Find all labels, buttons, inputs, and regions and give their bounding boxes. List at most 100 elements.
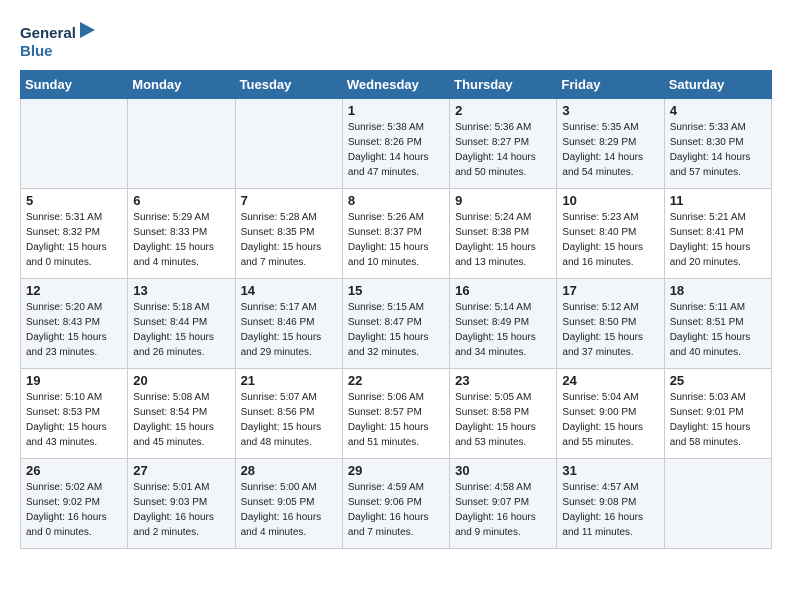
day-info: Sunrise: 5:04 AM Sunset: 9:00 PM Dayligh… bbox=[562, 390, 658, 450]
calendar-cell: 15 Sunrise: 5:15 AM Sunset: 8:47 PM Dayli… bbox=[342, 279, 449, 369]
day-info: Sunrise: 5:08 AM Sunset: 8:54 PM Dayligh… bbox=[133, 390, 229, 450]
day-info: Sunrise: 5:26 AM Sunset: 8:37 PM Dayligh… bbox=[348, 210, 444, 270]
day-info: Sunrise: 5:14 AM Sunset: 8:49 PM Dayligh… bbox=[455, 300, 551, 360]
calendar-cell bbox=[235, 99, 342, 189]
day-number: 20 bbox=[133, 373, 229, 388]
day-info: Sunrise: 5:18 AM Sunset: 8:44 PM Dayligh… bbox=[133, 300, 229, 360]
day-number: 22 bbox=[348, 373, 444, 388]
day-info: Sunrise: 5:21 AM Sunset: 8:41 PM Dayligh… bbox=[670, 210, 766, 270]
weekday-header-tuesday: Tuesday bbox=[235, 71, 342, 99]
day-number: 23 bbox=[455, 373, 551, 388]
weekday-header-wednesday: Wednesday bbox=[342, 71, 449, 99]
calendar-cell: 8Sunrise: 5:26 AM Sunset: 8:37 PM Daylig… bbox=[342, 189, 449, 279]
day-number: 9 bbox=[455, 193, 551, 208]
day-number: 6 bbox=[133, 193, 229, 208]
day-number: 18 bbox=[670, 283, 766, 298]
day-info: Sunrise: 5:15 AM Sunset: 8:47 PM Dayligh… bbox=[348, 300, 444, 360]
weekday-header-friday: Friday bbox=[557, 71, 664, 99]
calendar-cell: 5 Sunrise: 5:31 AM Sunset: 8:32 PM Daylig… bbox=[21, 189, 128, 279]
day-number: 25 bbox=[670, 373, 766, 388]
calendar-cell: 26 Sunrise: 5:02 AM Sunset: 9:02 PM Dayli… bbox=[21, 459, 128, 549]
calendar-cell bbox=[21, 99, 128, 189]
calendar-cell: 24 Sunrise: 5:04 AM Sunset: 9:00 PM Dayli… bbox=[557, 369, 664, 459]
calendar-cell: 3 Sunrise: 5:35 AM Sunset: 8:29 PM Daylig… bbox=[557, 99, 664, 189]
day-info: Sunrise: 5:29 AM Sunset: 8:33 PM Dayligh… bbox=[133, 210, 229, 270]
day-number: 10 bbox=[562, 193, 658, 208]
day-info: Sunrise: 5:35 AM Sunset: 8:29 PM Dayligh… bbox=[562, 120, 658, 180]
day-info: Sunrise: 5:02 AM Sunset: 9:02 PM Dayligh… bbox=[26, 480, 122, 540]
day-info: Sunrise: 5:31 AM Sunset: 8:32 PM Dayligh… bbox=[26, 210, 122, 270]
weekday-header-thursday: Thursday bbox=[450, 71, 557, 99]
day-number: 13 bbox=[133, 283, 229, 298]
day-number: 15 bbox=[348, 283, 444, 298]
week-row-5: 26 Sunrise: 5:02 AM Sunset: 9:02 PM Dayli… bbox=[21, 459, 772, 549]
calendar-cell: 20 Sunrise: 5:08 AM Sunset: 8:54 PM Dayli… bbox=[128, 369, 235, 459]
calendar-cell bbox=[664, 459, 771, 549]
day-info: Sunrise: 5:00 AM Sunset: 9:05 PM Dayligh… bbox=[241, 480, 337, 540]
weekday-header-saturday: Saturday bbox=[664, 71, 771, 99]
calendar-cell: 9 Sunrise: 5:24 AM Sunset: 8:38 PM Daylig… bbox=[450, 189, 557, 279]
calendar-cell bbox=[128, 99, 235, 189]
day-info: Sunrise: 5:24 AM Sunset: 8:38 PM Dayligh… bbox=[455, 210, 551, 270]
calendar-cell: 30Sunrise: 4:58 AM Sunset: 9:07 PM Dayli… bbox=[450, 459, 557, 549]
calendar-cell: 16 Sunrise: 5:14 AM Sunset: 8:49 PM Dayli… bbox=[450, 279, 557, 369]
calendar-cell: 2Sunrise: 5:36 AM Sunset: 8:27 PM Daylig… bbox=[450, 99, 557, 189]
calendar-cell: 17Sunrise: 5:12 AM Sunset: 8:50 PM Dayli… bbox=[557, 279, 664, 369]
page-header: GeneralBlue bbox=[20, 20, 772, 60]
day-number: 29 bbox=[348, 463, 444, 478]
day-number: 12 bbox=[26, 283, 122, 298]
day-number: 11 bbox=[670, 193, 766, 208]
calendar-cell: 25 Sunrise: 5:03 AM Sunset: 9:01 PM Dayli… bbox=[664, 369, 771, 459]
calendar-cell: 6 Sunrise: 5:29 AM Sunset: 8:33 PM Daylig… bbox=[128, 189, 235, 279]
day-info: Sunrise: 5:07 AM Sunset: 8:56 PM Dayligh… bbox=[241, 390, 337, 450]
day-info: Sunrise: 5:20 AM Sunset: 8:43 PM Dayligh… bbox=[26, 300, 122, 360]
calendar-cell: 29Sunrise: 4:59 AM Sunset: 9:06 PM Dayli… bbox=[342, 459, 449, 549]
day-number: 16 bbox=[455, 283, 551, 298]
weekday-header-row: SundayMondayTuesdayWednesdayThursdayFrid… bbox=[21, 71, 772, 99]
logo-icon: GeneralBlue bbox=[20, 20, 100, 60]
day-number: 21 bbox=[241, 373, 337, 388]
day-info: Sunrise: 5:03 AM Sunset: 9:01 PM Dayligh… bbox=[670, 390, 766, 450]
calendar-cell: 27 Sunrise: 5:01 AM Sunset: 9:03 PM Dayli… bbox=[128, 459, 235, 549]
calendar-cell: 4 Sunrise: 5:33 AM Sunset: 8:30 PM Daylig… bbox=[664, 99, 771, 189]
day-info: Sunrise: 5:06 AM Sunset: 8:57 PM Dayligh… bbox=[348, 390, 444, 450]
calendar-cell: 7 Sunrise: 5:28 AM Sunset: 8:35 PM Daylig… bbox=[235, 189, 342, 279]
day-info: Sunrise: 5:33 AM Sunset: 8:30 PM Dayligh… bbox=[670, 120, 766, 180]
day-number: 14 bbox=[241, 283, 337, 298]
day-number: 26 bbox=[26, 463, 122, 478]
svg-text:General: General bbox=[20, 25, 76, 42]
day-info: Sunrise: 5:01 AM Sunset: 9:03 PM Dayligh… bbox=[133, 480, 229, 540]
calendar-cell: 19 Sunrise: 5:10 AM Sunset: 8:53 PM Dayli… bbox=[21, 369, 128, 459]
week-row-4: 19 Sunrise: 5:10 AM Sunset: 8:53 PM Dayli… bbox=[21, 369, 772, 459]
weekday-header-sunday: Sunday bbox=[21, 71, 128, 99]
day-number: 27 bbox=[133, 463, 229, 478]
calendar-cell: 31 Sunrise: 4:57 AM Sunset: 9:08 PM Dayli… bbox=[557, 459, 664, 549]
calendar-cell: 10 Sunrise: 5:23 AM Sunset: 8:40 PM Dayli… bbox=[557, 189, 664, 279]
day-number: 24 bbox=[562, 373, 658, 388]
week-row-1: 1Sunrise: 5:38 AM Sunset: 8:26 PM Daylig… bbox=[21, 99, 772, 189]
day-info: Sunrise: 5:11 AM Sunset: 8:51 PM Dayligh… bbox=[670, 300, 766, 360]
day-number: 19 bbox=[26, 373, 122, 388]
day-info: Sunrise: 5:28 AM Sunset: 8:35 PM Dayligh… bbox=[241, 210, 337, 270]
day-number: 31 bbox=[562, 463, 658, 478]
day-number: 30 bbox=[455, 463, 551, 478]
calendar-cell: 18 Sunrise: 5:11 AM Sunset: 8:51 PM Dayli… bbox=[664, 279, 771, 369]
day-number: 3 bbox=[562, 103, 658, 118]
calendar-table: SundayMondayTuesdayWednesdayThursdayFrid… bbox=[20, 70, 772, 549]
day-number: 7 bbox=[241, 193, 337, 208]
svg-text:Blue: Blue bbox=[20, 43, 53, 60]
day-info: Sunrise: 5:05 AM Sunset: 8:58 PM Dayligh… bbox=[455, 390, 551, 450]
day-number: 5 bbox=[26, 193, 122, 208]
day-number: 1 bbox=[348, 103, 444, 118]
weekday-header-monday: Monday bbox=[128, 71, 235, 99]
day-number: 28 bbox=[241, 463, 337, 478]
day-info: Sunrise: 5:23 AM Sunset: 8:40 PM Dayligh… bbox=[562, 210, 658, 270]
calendar-cell: 1Sunrise: 5:38 AM Sunset: 8:26 PM Daylig… bbox=[342, 99, 449, 189]
day-info: Sunrise: 4:57 AM Sunset: 9:08 PM Dayligh… bbox=[562, 480, 658, 540]
calendar-cell: 13 Sunrise: 5:18 AM Sunset: 8:44 PM Dayli… bbox=[128, 279, 235, 369]
day-number: 4 bbox=[670, 103, 766, 118]
day-number: 2 bbox=[455, 103, 551, 118]
calendar-cell: 23 Sunrise: 5:05 AM Sunset: 8:58 PM Dayli… bbox=[450, 369, 557, 459]
day-info: Sunrise: 5:10 AM Sunset: 8:53 PM Dayligh… bbox=[26, 390, 122, 450]
calendar-cell: 14Sunrise: 5:17 AM Sunset: 8:46 PM Dayli… bbox=[235, 279, 342, 369]
